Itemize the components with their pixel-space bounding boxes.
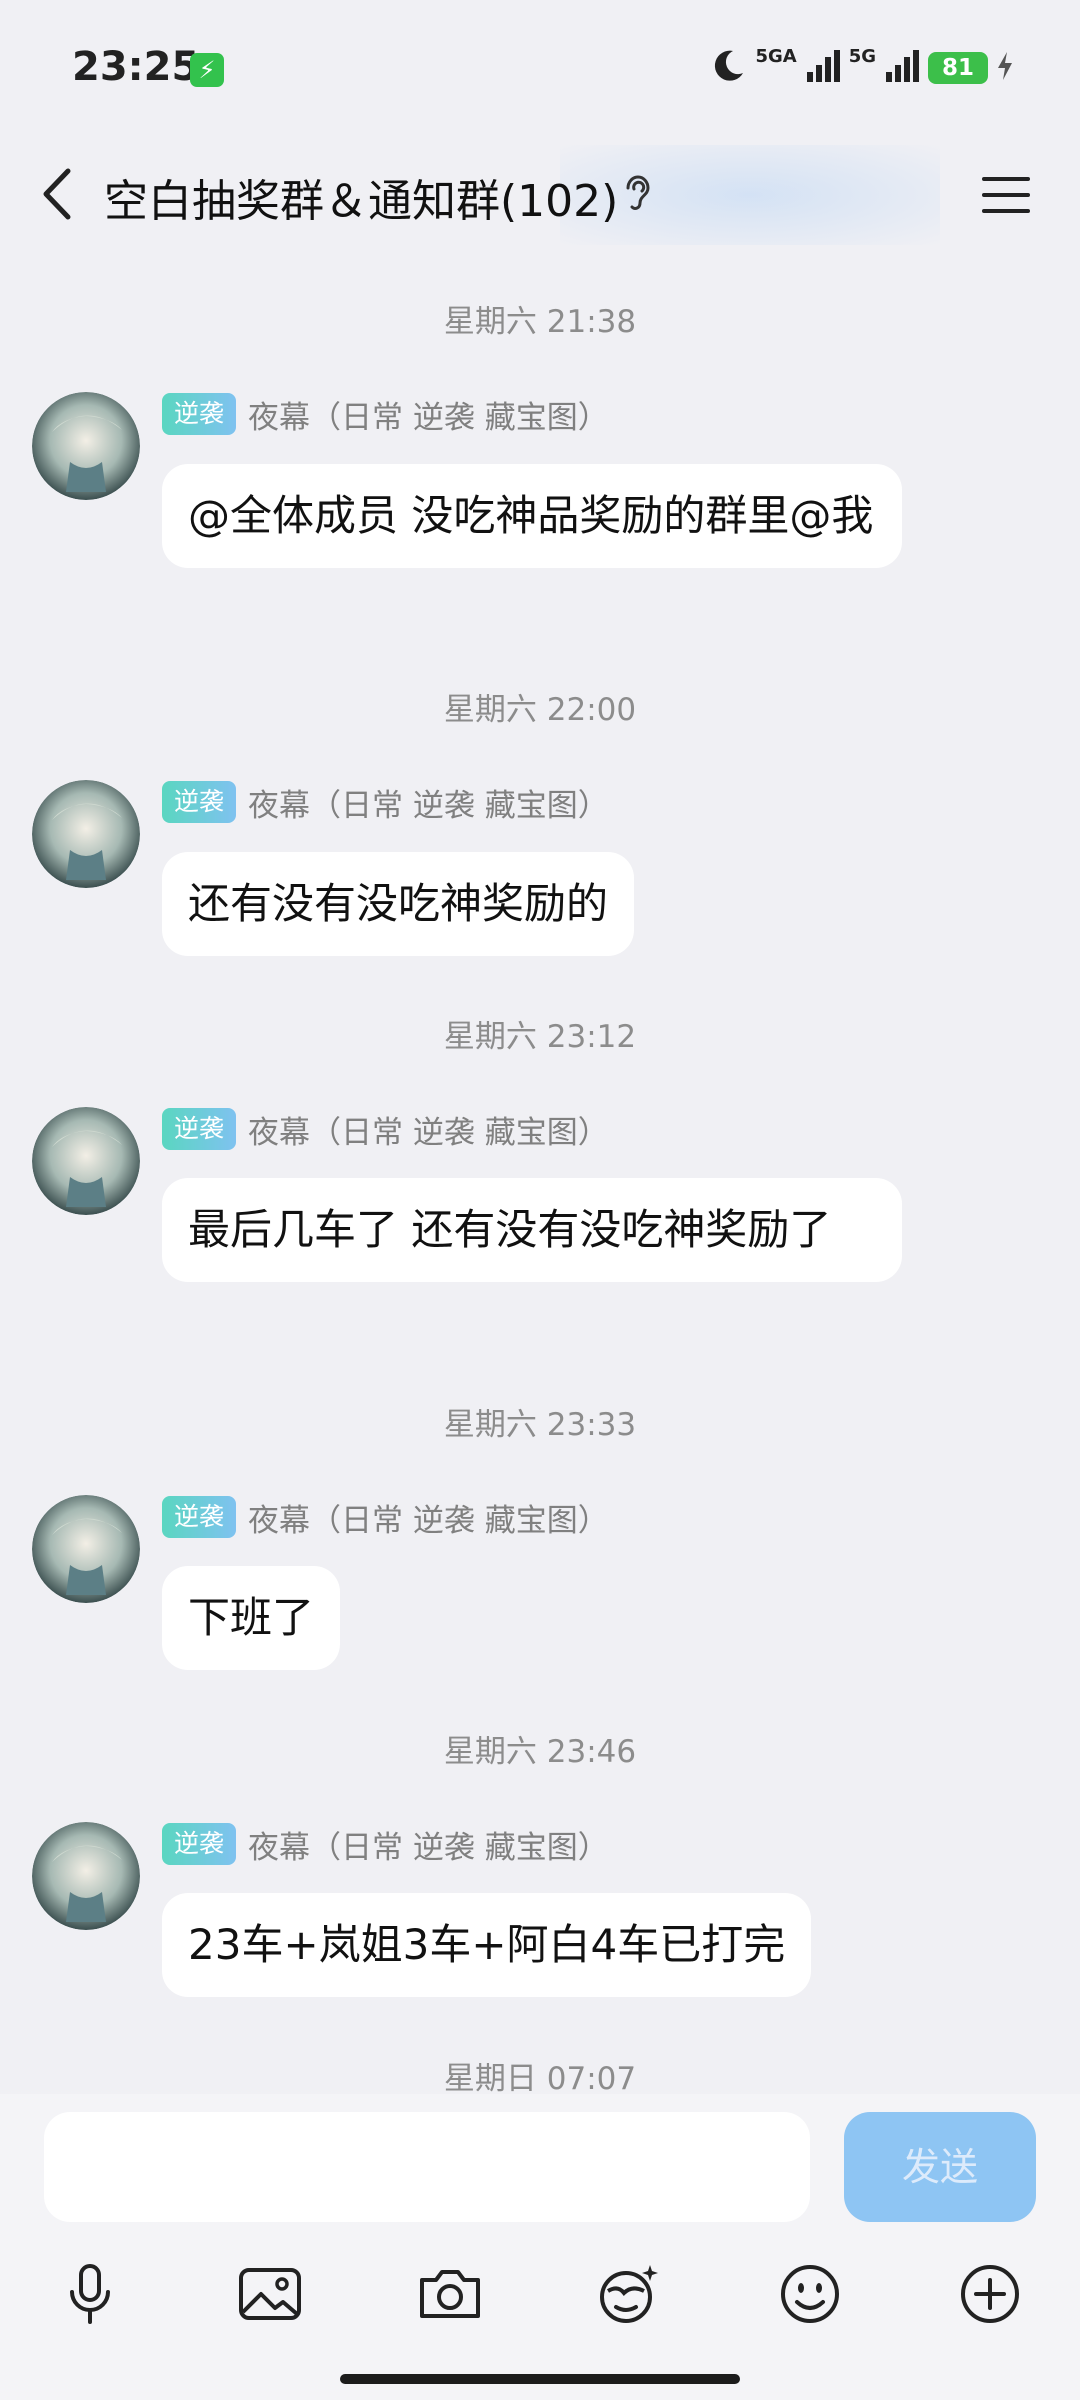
member-badge: 逆袭 [162, 1823, 237, 1865]
sender-name: 夜幕（日常 逆袭 藏宝图） [248, 1114, 609, 1151]
sender-name: 夜幕（日常 逆袭 藏宝图） [248, 399, 609, 436]
avatar[interactable] [32, 1495, 140, 1603]
home-indicator[interactable] [340, 2374, 740, 2384]
plus-icon[interactable] [950, 2254, 1030, 2334]
charging-icon: ⚡ [190, 53, 224, 87]
message-sender: 逆袭 夜幕（日常 逆袭 藏宝图） [162, 780, 609, 824]
back-button[interactable] [30, 159, 90, 229]
emoji-sticker-icon[interactable] [588, 2254, 668, 2334]
message-timestamp: 星期六 23:46 [443, 1734, 637, 1770]
sender-name: 夜幕（日常 逆袭 藏宝图） [248, 1502, 609, 1539]
message-bubble[interactable]: 23车+岚姐3车+阿白4车已打完 [162, 1893, 812, 1997]
sender-name: 夜幕（日常 逆袭 藏宝图） [248, 1829, 609, 1866]
message-sender: 逆袭 夜幕（日常 逆袭 藏宝图） [162, 1107, 609, 1151]
chat-screen: 23:25 ⚡ 5GA 5G 81 空白抽奖群＆通知群(102) 星期六 21:… [0, 0, 1080, 2400]
sender-name: 夜幕（日常 逆袭 藏宝图） [248, 787, 609, 824]
signal-bars-icon [805, 48, 841, 88]
menu-icon[interactable] [976, 167, 1036, 223]
signal-label-5g: 5G [848, 45, 876, 67]
message-sender: 逆袭 夜幕（日常 逆袭 藏宝图） [162, 392, 609, 436]
member-badge: 逆袭 [162, 1496, 237, 1538]
message-input[interactable] [44, 2112, 810, 2222]
avatar[interactable] [32, 1822, 140, 1930]
send-button[interactable]: 发送 [844, 2112, 1036, 2222]
message-timestamp: 星期六 21:38 [443, 304, 637, 340]
member-badge: 逆袭 [162, 1108, 237, 1150]
signal-label-5ga: 5GA [755, 45, 797, 67]
status-bar: 23:25 ⚡ 5GA 5G 81 [0, 0, 1080, 130]
message-sender: 逆袭 夜幕（日常 逆袭 藏宝图） [162, 1495, 609, 1539]
member-badge: 逆袭 [162, 393, 237, 435]
message-bubble[interactable]: 下班了 [162, 1566, 341, 1670]
image-icon[interactable] [230, 2254, 310, 2334]
battery-indicator: 81 [928, 52, 988, 84]
message-timestamp: 星期六 22:00 [443, 692, 637, 728]
member-badge: 逆袭 [162, 781, 237, 823]
message-sender: 逆袭 夜幕（日常 逆袭 藏宝图） [162, 1822, 609, 1866]
avatar[interactable] [32, 392, 140, 500]
message-timestamp: 星期日 07:07 [443, 2061, 637, 2097]
ear-icon[interactable] [620, 172, 656, 214]
message-bubble[interactable]: @全体成员 没吃神品奖励的群里@我 [162, 464, 902, 568]
chat-header: 空白抽奖群＆通知群(102) [0, 145, 1080, 245]
moon-icon [709, 47, 747, 89]
avatar[interactable] [32, 780, 140, 888]
smiley-icon[interactable] [770, 2254, 850, 2334]
message-timestamp: 星期六 23:12 [443, 1019, 637, 1055]
status-indicators: 5GA 5G 81 [709, 44, 1014, 92]
chat-title: 空白抽奖群＆通知群(102) [104, 176, 619, 227]
input-area: 发送 [0, 2094, 1080, 2400]
avatar[interactable] [32, 1107, 140, 1215]
status-time: 23:25 [72, 44, 200, 90]
battery-charging-icon [996, 51, 1014, 85]
message-bubble[interactable]: 还有没有没吃神奖励的 [162, 852, 635, 956]
signal-bars-icon [884, 48, 920, 88]
mic-icon[interactable] [50, 2254, 130, 2334]
message-timestamp: 星期六 23:33 [443, 1407, 637, 1443]
camera-icon[interactable] [410, 2254, 490, 2334]
message-bubble[interactable]: 最后几车了 还有没有没吃神奖励了 [162, 1178, 902, 1282]
